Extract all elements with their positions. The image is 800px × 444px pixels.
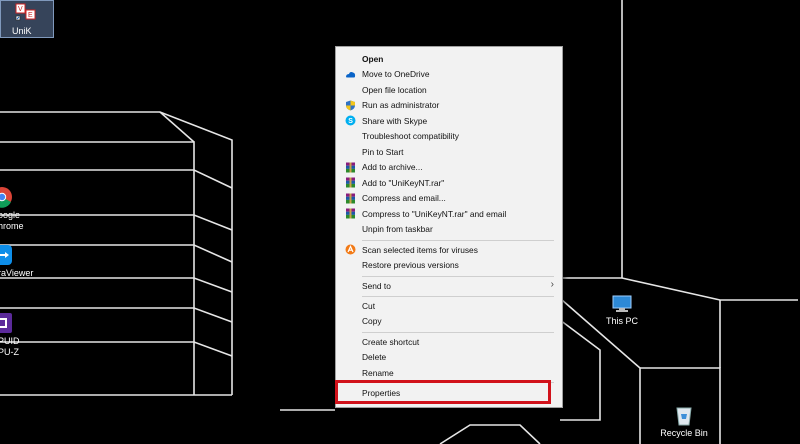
chrome-desktop-icon[interactable]: oogle hrome <box>0 186 24 232</box>
onedrive-icon <box>346 71 356 77</box>
winrar-icon <box>346 208 355 219</box>
recycle-bin-label: Recycle Bin <box>660 428 708 438</box>
menu-item-label: Open <box>362 53 384 64</box>
properties-highlight-box <box>335 380 551 404</box>
menu-item-label: Cut <box>362 300 376 311</box>
winrar-icon <box>346 162 355 172</box>
menu-item-label: Add to "UniKeyNT.rar" <box>362 177 445 188</box>
recycle-bin-icon <box>676 407 692 426</box>
this-pc-icon <box>612 295 632 312</box>
menu-item-label: Add to archive... <box>362 162 423 173</box>
teamviewer-desktop-icon[interactable]: raViewer <box>0 244 33 279</box>
menu-item-compress-and-email[interactable]: Compress and email... <box>336 191 562 207</box>
menu-item-restore-previous-versions[interactable]: Restore previous versions <box>336 258 562 274</box>
menu-item-label: Compress and email... <box>362 193 446 204</box>
menu-item-compress-to-rar-and-email[interactable]: Compress to "UniKeyNT.rar" and email <box>336 206 562 222</box>
menu-item-label: Create shortcut <box>362 336 420 347</box>
menu-item-unpin-from-taskbar[interactable]: Unpin from taskbar <box>336 222 562 238</box>
menu-item-open-file-location[interactable]: Open file location <box>336 82 562 98</box>
chrome-label-2: hrome <box>0 221 24 231</box>
menu-item-delete[interactable]: Delete <box>336 350 562 366</box>
svg-text:V: V <box>18 6 23 13</box>
teamviewer-label: raViewer <box>0 268 34 278</box>
cpuz-desktop-icon[interactable]: PUID PU-Z <box>0 312 20 358</box>
chrome-icon <box>0 187 12 208</box>
menu-item-pin-to-start[interactable]: Pin to Start <box>336 144 562 160</box>
unikey-icon: V E <box>15 3 36 21</box>
svg-text:S: S <box>348 118 353 125</box>
menu-item-share-with-skype[interactable]: S Share with Skype <box>336 113 562 129</box>
menu-item-label: Unpin from taskbar <box>362 224 433 235</box>
menu-item-run-as-administrator[interactable]: Run as administrator <box>336 98 562 114</box>
menu-item-add-to-rar[interactable]: Add to "UniKeyNT.rar" <box>336 175 562 191</box>
cpuz-label-2: PU-Z <box>0 347 19 357</box>
menu-item-create-shortcut[interactable]: Create shortcut <box>336 334 562 350</box>
menu-item-copy[interactable]: Copy <box>336 314 562 330</box>
menu-item-troubleshoot-compatibility[interactable]: Troubleshoot compatibility <box>336 129 562 145</box>
this-pc-label: This PC <box>605 316 638 326</box>
menu-separator <box>362 332 554 333</box>
cpuz-icon <box>0 313 12 333</box>
menu-item-label: Copy <box>362 316 382 327</box>
menu-item-label: Share with Skype <box>362 115 428 126</box>
menu-item-label: Move to OneDrive <box>362 69 430 80</box>
skype-icon: S <box>345 115 356 126</box>
menu-item-label: Run as administrator <box>362 100 440 111</box>
menu-item-rename[interactable]: Rename <box>336 365 562 381</box>
menu-separator <box>362 296 554 297</box>
winrar-icon <box>346 177 355 188</box>
avast-icon <box>345 244 356 255</box>
menu-item-label: Pin to Start <box>362 146 404 157</box>
chevron-right-icon: › <box>550 279 554 290</box>
menu-item-label: Open file location <box>362 84 427 95</box>
context-menu: Open Move to OneDrive Open file location… <box>335 46 563 408</box>
chrome-label-1: oogle <box>0 210 21 220</box>
menu-item-cut[interactable]: Cut <box>336 298 562 314</box>
menu-item-open[interactable]: Open <box>336 51 562 67</box>
unikey-icon-label: UniK <box>12 26 32 36</box>
recycle-bin-desktop-icon[interactable]: Recycle Bin <box>654 404 714 439</box>
svg-text:E: E <box>28 12 33 19</box>
menu-item-add-to-archive[interactable]: Add to archive... <box>336 160 562 176</box>
menu-separator <box>362 276 554 277</box>
teamviewer-icon <box>0 245 12 265</box>
menu-separator <box>362 240 554 241</box>
shield-icon <box>346 100 355 110</box>
menu-item-label: Rename <box>362 367 394 378</box>
menu-item-label: Restore previous versions <box>362 260 459 271</box>
menu-item-label: Troubleshoot compatibility <box>362 131 459 142</box>
menu-item-label: Delete <box>362 352 387 363</box>
menu-item-send-to[interactable]: Send to › <box>336 278 562 294</box>
menu-item-label: Compress to "UniKeyNT.rar" and email <box>362 208 507 219</box>
this-pc-desktop-icon[interactable]: This PC <box>592 294 652 327</box>
winrar-icon <box>346 193 355 203</box>
menu-item-scan-for-viruses[interactable]: Scan selected items for viruses <box>336 242 562 258</box>
menu-item-label: Send to <box>362 280 391 291</box>
menu-item-move-to-onedrive[interactable]: Move to OneDrive <box>336 67 562 83</box>
cpuz-label-1: PUID <box>0 336 20 346</box>
menu-item-label: Scan selected items for viruses <box>362 244 478 255</box>
